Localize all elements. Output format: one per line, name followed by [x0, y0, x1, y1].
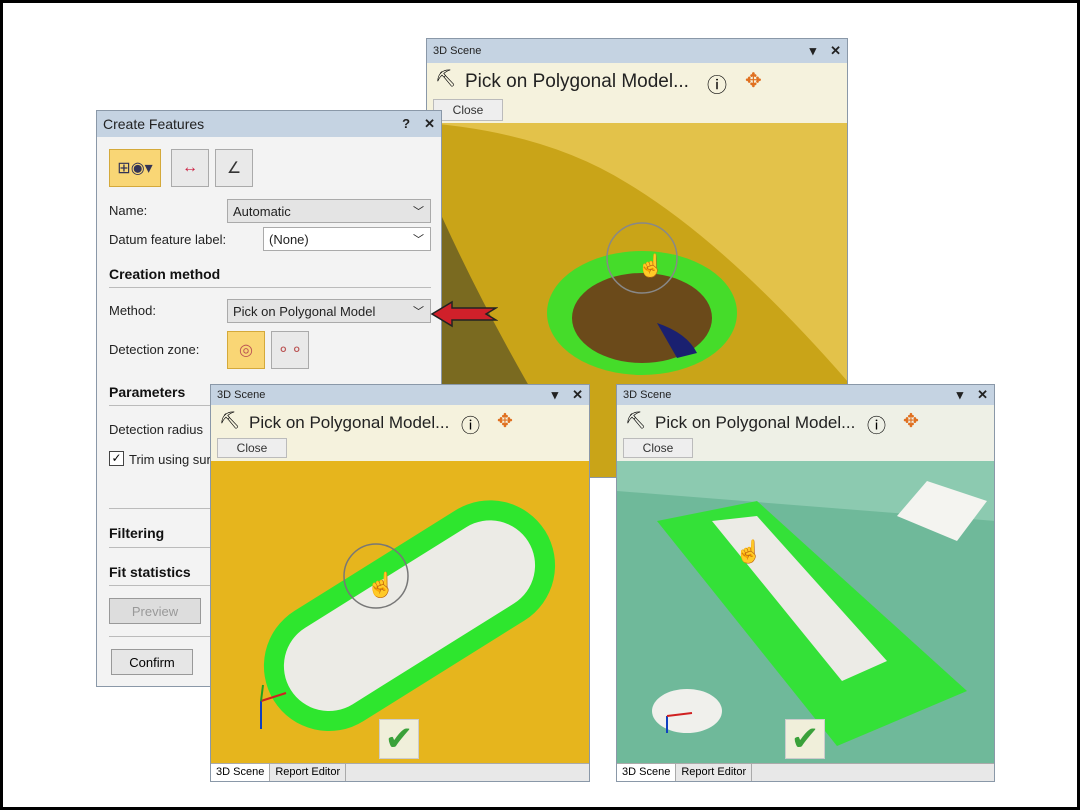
scene-title: 3D Scene	[433, 45, 482, 57]
3d-viewport[interactable]: ☝ ✔	[211, 461, 589, 763]
bottom-tabs: 3D Scene Report Editor	[211, 763, 589, 781]
plane-circle-icon: ⊞◉	[117, 160, 145, 177]
tab-3d-scene[interactable]: 3D Scene	[617, 764, 677, 781]
angle-icon: ∠	[226, 160, 242, 177]
filtering-heading[interactable]: Filtering	[109, 525, 164, 541]
info-icon[interactable]: ⓘ	[461, 411, 480, 438]
close-icon[interactable]: ✕	[977, 387, 988, 403]
checkmark-icon[interactable]: ✔	[379, 719, 419, 759]
bottom-tabs: 3D Scene Report Editor	[617, 763, 994, 781]
3d-viewport[interactable]: ☝ ✔	[617, 461, 994, 763]
scene-title-bar: 3D Scene ▾ ✕	[211, 385, 589, 405]
fit-statistics-heading[interactable]: Fit statistics	[109, 564, 191, 580]
detection-zone-label: Detection zone:	[109, 342, 200, 357]
close-button[interactable]: Close	[623, 438, 693, 458]
method-label: Method:	[109, 303, 156, 318]
hand-cursor-icon: ☝	[366, 570, 396, 599]
close-button[interactable]: Close	[433, 99, 503, 121]
tab-3d-scene[interactable]: 3D Scene	[211, 764, 271, 781]
name-value: Automatic	[233, 204, 291, 219]
model-render: ☝	[617, 461, 994, 746]
dropdown-icon[interactable]: ▾	[810, 43, 817, 59]
scene-header: ⛏ Pick on Polygonal Model... ⓘ ✥ Close	[617, 405, 994, 461]
parameters-heading: Parameters	[109, 384, 186, 400]
hand-cursor-icon: ☝	[735, 538, 762, 565]
single-zone-button[interactable]: ◎	[227, 331, 265, 369]
datum-select[interactable]: (None) ﹀	[263, 227, 431, 251]
trim-label: Trim using sur	[129, 452, 211, 467]
pick-tool-icon: ⛏	[219, 411, 241, 430]
scene-title-bar: 3D Scene ▾ ✕	[617, 385, 994, 405]
panel-title: Create Features	[103, 116, 205, 132]
move-icon[interactable]: ✥	[497, 410, 513, 433]
circles-icon: ⚬⚬	[276, 342, 304, 359]
dropdown-icon[interactable]: ▾	[957, 387, 964, 403]
checkmark-icon[interactable]: ✔	[785, 719, 825, 759]
hand-cursor-icon: ☝	[637, 252, 664, 279]
tab-report-editor[interactable]: Report Editor	[676, 764, 753, 781]
help-button[interactable]: ?	[402, 116, 410, 132]
panel-title-bar: Create Features? ✕	[97, 111, 441, 137]
detection-radius-label: Detection radius	[109, 422, 203, 437]
scene-header: ⛏ Pick on Polygonal Model... ⓘ ✥ Close	[211, 405, 589, 461]
red-arrow-icon	[430, 300, 498, 328]
multi-zone-button[interactable]: ⚬⚬	[271, 331, 309, 369]
confirm-button[interactable]: Confirm	[111, 649, 193, 675]
feature-type-dropdown[interactable]: ⊞◉ ▾	[109, 149, 161, 187]
info-icon[interactable]: ⓘ	[867, 411, 886, 438]
scene-title-bar: 3D Scene ▾ ✕	[427, 39, 847, 63]
move-icon[interactable]: ✥	[745, 68, 762, 93]
pick-tool-icon: ⛏	[435, 69, 457, 88]
close-icon[interactable]: ✕	[572, 387, 583, 403]
scene-title: 3D Scene	[623, 389, 672, 401]
name-select[interactable]: Automatic ﹀	[227, 199, 431, 223]
chevron-down-icon: ﹀	[413, 234, 424, 246]
move-icon[interactable]: ✥	[903, 410, 919, 433]
method-select[interactable]: Pick on Polygonal Model ﹀	[227, 299, 431, 323]
angle-tool-button[interactable]: ∠	[215, 149, 253, 187]
scene-header-title: Pick on Polygonal Model...	[655, 413, 856, 432]
scene-window-right: 3D Scene ▾ ✕ ⛏ Pick on Polygonal Model... …	[616, 384, 995, 782]
scene-window-left: 3D Scene ▾ ✕ ⛏ Pick on Polygonal Model... …	[210, 384, 590, 782]
distance-tool-button[interactable]: ↔	[171, 149, 209, 187]
chevron-down-icon: ﹀	[413, 306, 424, 318]
circle-icon: ◎	[239, 342, 253, 359]
name-label: Name:	[109, 203, 148, 218]
dropdown-icon[interactable]: ▾	[552, 387, 559, 403]
trim-checkbox[interactable]: ✓	[109, 451, 124, 466]
close-button[interactable]: ✕	[424, 116, 435, 132]
datum-value: (None)	[269, 232, 309, 247]
scene-header: ⛏ Pick on Polygonal Model... ⓘ ✥ Close	[427, 63, 847, 123]
chevron-down-icon: ﹀	[413, 206, 424, 218]
scene-title: 3D Scene	[217, 389, 266, 401]
scene-header-title: Pick on Polygonal Model...	[249, 413, 450, 432]
method-value: Pick on Polygonal Model	[233, 304, 376, 319]
model-render: ☝	[260, 500, 556, 732]
close-icon[interactable]: ✕	[830, 43, 841, 59]
distance-icon: ↔	[182, 159, 198, 176]
tab-report-editor[interactable]: Report Editor	[270, 764, 347, 781]
datum-label: Datum feature label:	[109, 232, 227, 247]
creation-method-heading: Creation method	[109, 266, 221, 282]
close-button[interactable]: Close	[217, 438, 287, 458]
preview-button[interactable]: Preview	[109, 598, 201, 624]
scene-header-title: Pick on Polygonal Model...	[465, 71, 689, 92]
info-icon[interactable]: ⓘ	[707, 69, 727, 98]
pick-tool-icon: ⛏	[625, 411, 647, 430]
